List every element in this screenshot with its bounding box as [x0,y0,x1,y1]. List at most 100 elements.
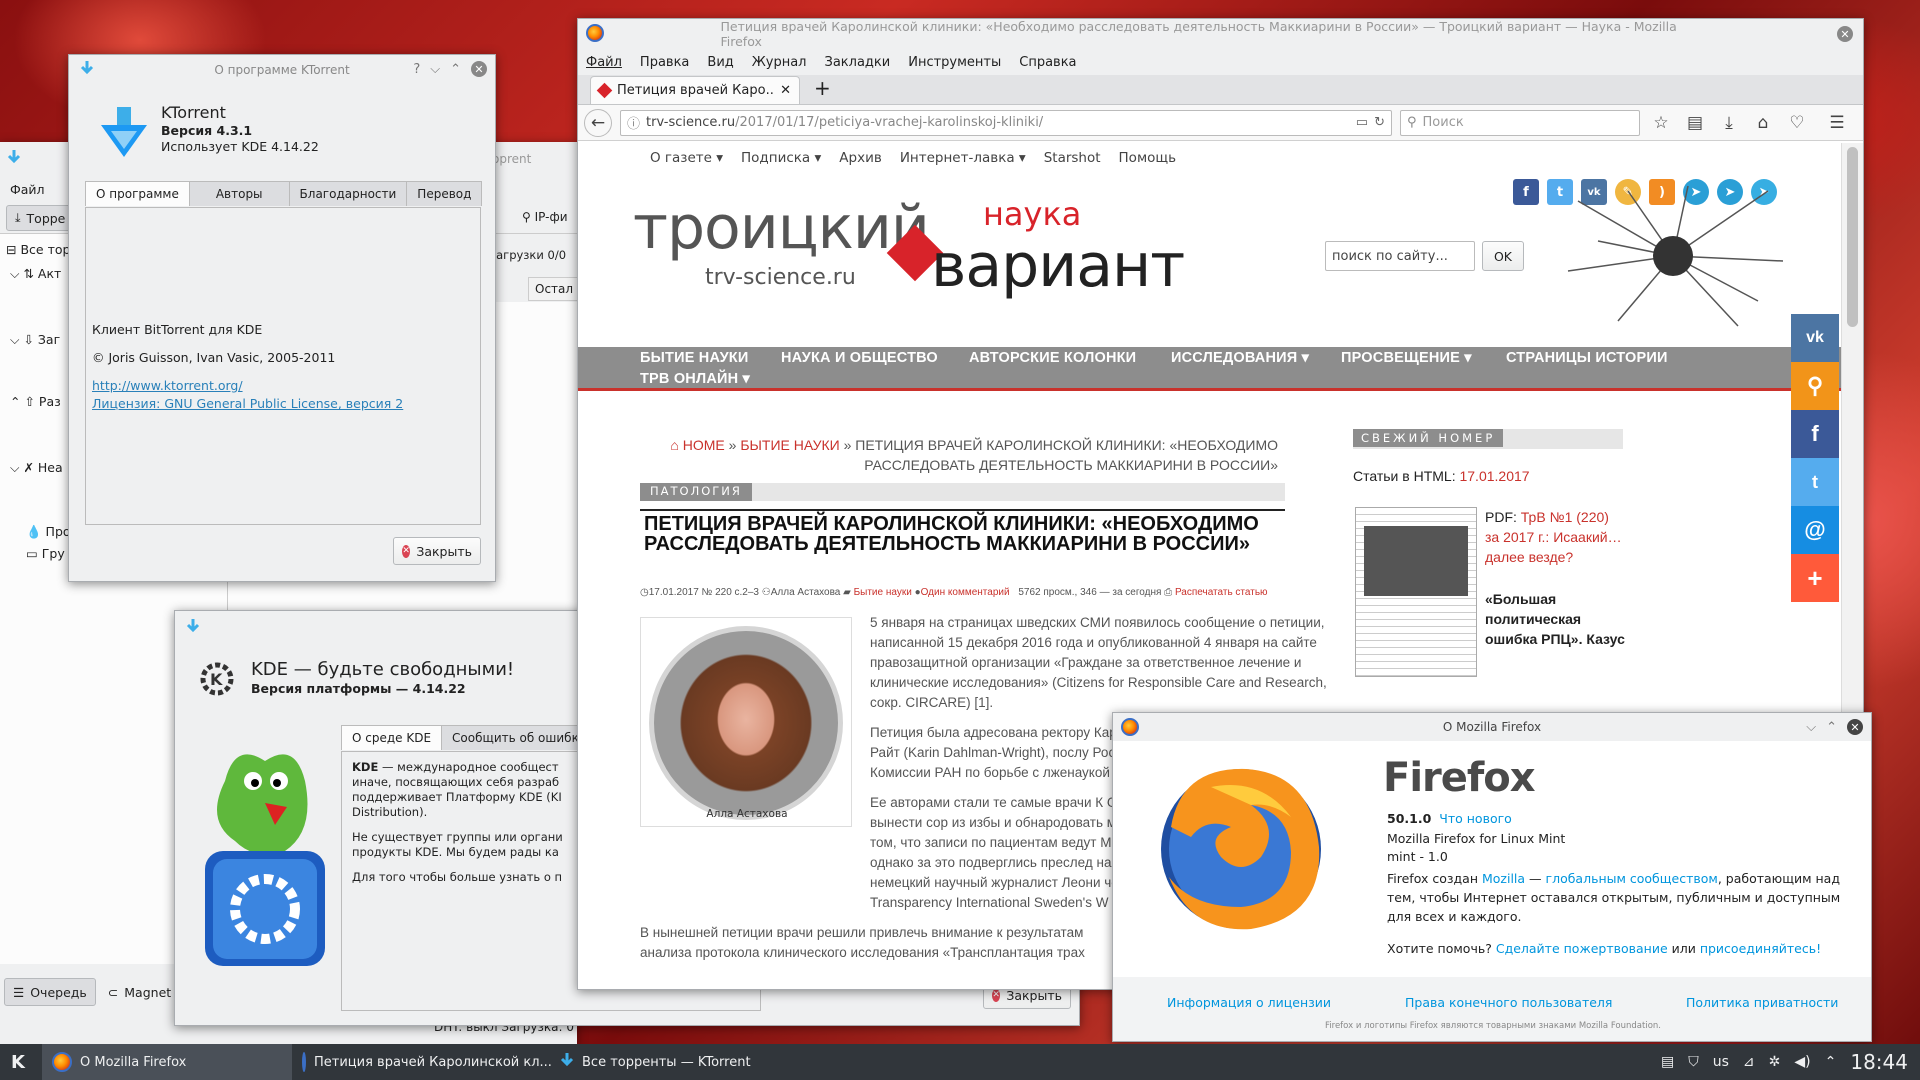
nav-item[interactable]: БЫТИЕ НАУКИ [640,350,748,366]
downloads-icon[interactable]: ⤓ [1716,110,1742,136]
privacy-link[interactable]: Политика приватности [1686,995,1838,1010]
close-icon[interactable]: ✕ [471,61,487,77]
tab-report-bug[interactable]: Сообщить об ошибк [441,725,590,750]
torrent-menu-button[interactable]: ⤓ Торре [6,205,75,231]
share-twitter-icon[interactable]: t [1791,458,1839,506]
close-icon[interactable]: ✕ [1837,26,1853,42]
topnav-item[interactable]: Подписка ▾ [741,150,821,166]
maximize-icon[interactable]: ⌃ [450,62,461,77]
minimize-icon[interactable]: ⌵ [430,62,440,77]
topnav-item[interactable]: Помощь [1119,150,1177,166]
tree-item[interactable]: ⌵ ✗ Неа [10,460,63,476]
library-icon[interactable]: ▤ [1682,110,1708,136]
community-link[interactable]: глобальным сообществом [1546,871,1718,886]
menu-file[interactable]: Файл [586,55,622,70]
menu-file[interactable]: Файл [10,182,45,197]
whats-new-link[interactable]: Что нового [1439,811,1512,826]
menu-view[interactable]: Вид [707,55,733,70]
share-more-icon[interactable]: + [1791,554,1839,602]
maximize-icon[interactable]: ⌃ [1826,720,1837,735]
column-header[interactable]: Остал [528,277,577,301]
url-bar[interactable]: ⓘ trv-science.ru/2017/01/17/peticiya-vra… [620,109,1392,136]
bookmark-star-icon[interactable]: ☆ [1648,110,1674,136]
topnav-item[interactable]: Starshot [1044,150,1101,166]
share-ok-icon[interactable]: ⚲ [1791,362,1839,410]
minimize-icon[interactable]: ⌵ [1806,720,1816,735]
print-link[interactable]: Распечатать статью [1175,587,1268,598]
volume-icon[interactable]: ◀) [1794,1054,1810,1070]
license-link[interactable]: Информация о лицензии [1167,995,1331,1010]
back-button[interactable]: ← [584,108,612,137]
expand-tray-icon[interactable]: ⌃ [1825,1054,1837,1070]
ip-filter-button[interactable]: ⚲ IP-фи [522,210,568,224]
tree-item[interactable]: ⊟ Все тор [6,242,70,257]
breadcrumb-home[interactable]: HOME [683,437,725,453]
mozilla-link[interactable]: Mozilla [1482,871,1525,886]
queue-tab[interactable]: ☰ Очередь [4,978,96,1006]
tree-item[interactable]: ⌵ ⇅ Акт [10,266,61,282]
pocket-icon[interactable]: ♡ [1784,110,1810,136]
nav-item[interactable]: СТРАНИЦЫ ИСТОРИИ [1506,350,1668,366]
share-facebook-icon[interactable]: f [1791,410,1839,458]
comments-link[interactable]: Один комментарий [921,587,1010,598]
tab-thanks[interactable]: Благодарности [288,181,408,206]
tab-about-kde[interactable]: О среде KDE [341,725,443,750]
tab-about[interactable]: О программе [85,181,190,206]
share-vk-icon[interactable]: vk [1791,314,1839,362]
topnav-item[interactable]: О газете ▾ [650,150,723,166]
magnet-tab[interactable]: ⊂ Magnet [100,978,179,1006]
homepage-link[interactable]: http://www.ktorrent.org/ [92,378,243,393]
html-date-link[interactable]: 17.01.2017 [1459,468,1529,484]
tree-item[interactable]: ⌵ ⇩ Заг [10,332,60,348]
clock[interactable]: 18:44 [1850,1050,1908,1074]
nav-item[interactable]: НАУКА И ОБЩЕСТВО [781,350,938,366]
menu-history[interactable]: Журнал [752,55,807,70]
close-tab-icon[interactable]: ✕ [780,83,791,98]
site-logo[interactable]: троицкий наука вариант trv-science.ru [633,193,1193,303]
kde-launcher-icon[interactable]: K [0,1044,36,1080]
tab-translation[interactable]: Перевод [406,181,483,206]
tree-item[interactable]: ▭ Гру [26,546,65,561]
network-icon[interactable]: ⊿ [1743,1054,1755,1070]
license-link[interactable]: Лицензия: GNU General Public License, ве… [92,396,403,411]
hamburger-menu-icon[interactable]: ☰ [1824,110,1850,136]
update-shield-icon[interactable]: ⛉ [1688,1054,1699,1070]
eula-link[interactable]: Права конечного пользователя [1405,995,1612,1010]
tree-item[interactable]: 💧 Про [26,524,71,540]
close-icon[interactable]: ✕ [1847,719,1863,735]
menu-help[interactable]: Справка [1019,55,1076,70]
site-search-input[interactable]: поиск по сайту... [1325,241,1475,271]
clipboard-icon[interactable]: ▤ [1661,1054,1674,1070]
reload-icon[interactable]: ↻ [1374,115,1385,130]
donate-link[interactable]: Сделайте пожертвование [1496,941,1668,956]
topnav-item[interactable]: Интернет-лавка ▾ [900,150,1026,166]
facebook-icon[interactable]: f [1513,179,1539,205]
task-about-firefox[interactable]: О Mozilla Firefox [42,1044,292,1080]
keyboard-layout[interactable]: us [1713,1054,1729,1070]
help-icon[interactable]: ? [413,62,420,77]
menu-bookmarks[interactable]: Закладки [825,55,891,70]
task-firefox-page[interactable]: Петиция врачей Каролинской кл... [292,1044,552,1080]
join-link[interactable]: присоединяйтесь! [1700,941,1821,956]
site-search-button[interactable]: OK [1482,241,1524,271]
new-tab-button[interactable]: + [814,76,831,100]
topnav-item[interactable]: Архив [839,150,882,166]
nav-item[interactable]: ТРВ ОНЛАЙН ▾ [640,371,750,387]
scrollbar-thumb[interactable] [1847,147,1858,327]
meta-category-link[interactable]: Бытие науки [854,587,912,598]
home-icon[interactable]: ⌂ [1750,110,1776,136]
search-bar[interactable]: ⚲ Поиск [1400,109,1640,136]
close-button[interactable]: ✕ Закрыть [393,537,481,565]
settings-icon[interactable]: ✲ [1769,1054,1781,1070]
category-label[interactable]: ПАТОЛОГИЯ [640,483,752,501]
menu-edit[interactable]: Правка [640,55,689,70]
menu-tools[interactable]: Инструменты [908,55,1001,70]
task-ktorrent[interactable]: Все торренты — KTorrent [550,1044,810,1080]
tree-item[interactable]: ⌃ ⇧ Раз [10,394,61,409]
share-email-icon[interactable]: @ [1791,506,1839,554]
reader-view-icon[interactable]: ▭ [1356,115,1368,130]
info-icon[interactable]: ⓘ [627,113,640,132]
nav-item[interactable]: ПРОСВЕЩЕНИЕ ▾ [1341,350,1472,366]
nav-item[interactable]: АВТОРСКИЕ КОЛОНКИ [969,350,1136,366]
breadcrumb-category[interactable]: БЫТИЕ НАУКИ [740,437,839,453]
